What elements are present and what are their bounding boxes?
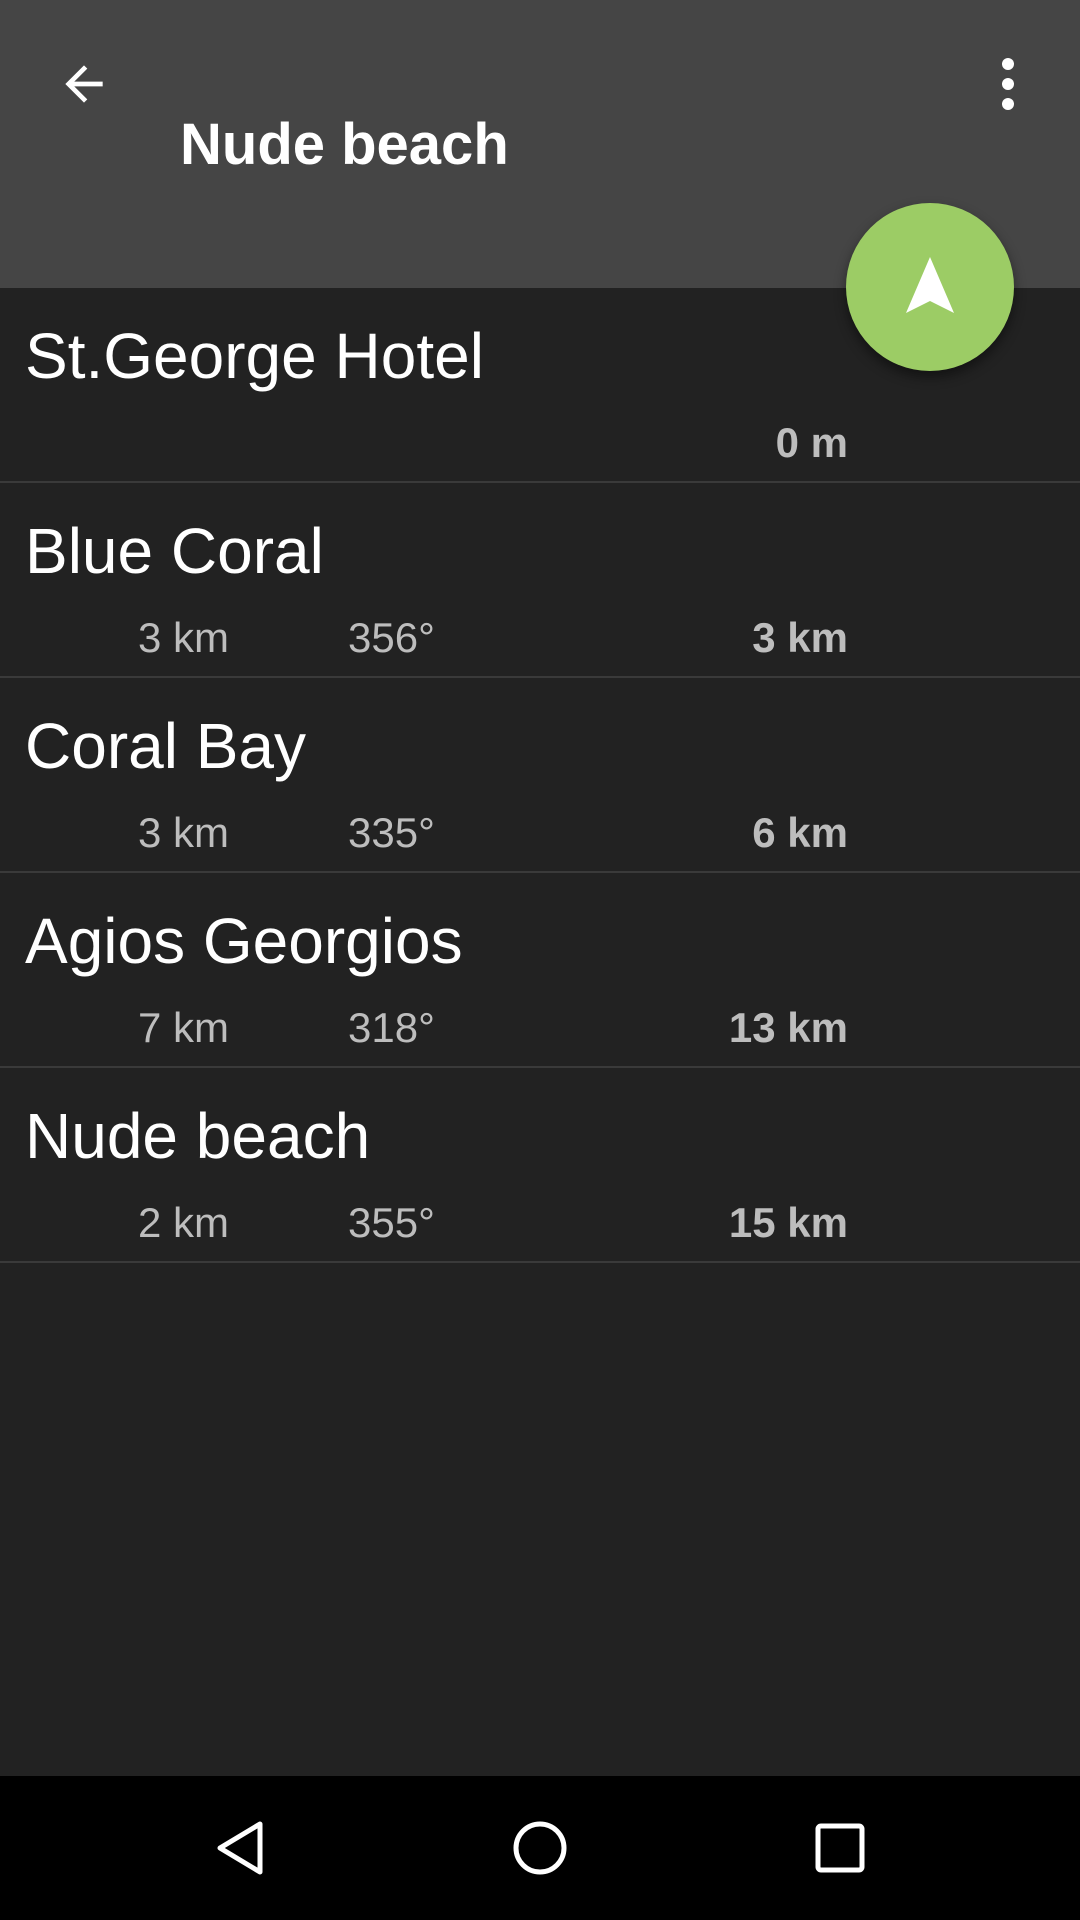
- page-title: Nude beach: [180, 112, 509, 177]
- list-item[interactable]: Agios Georgios 7 km 318° 13 km: [0, 873, 1080, 1068]
- bearing: 318°: [348, 1004, 435, 1051]
- total-distance: 6 km: [752, 809, 848, 856]
- system-recents-button[interactable]: [790, 1798, 890, 1898]
- waypoint-name: St.George Hotel: [25, 320, 484, 392]
- waypoint-name: Agios Georgios: [25, 905, 463, 977]
- more-vert-icon: [1002, 58, 1014, 110]
- total-distance: 13 km: [728, 1004, 848, 1051]
- leg-distance: 3 km: [138, 614, 230, 661]
- total-distance: 15 km: [728, 1199, 848, 1246]
- navigate-fab-button[interactable]: [846, 203, 1014, 371]
- nav-home-circle-icon: [513, 1821, 567, 1875]
- waypoint-list: St.George Hotel 0 m Blue Coral 3 km 356°…: [0, 288, 1080, 1263]
- back-button[interactable]: [44, 44, 124, 124]
- waypoint-name: Coral Bay: [25, 710, 306, 782]
- list-item[interactable]: Coral Bay 3 km 335° 6 km: [0, 678, 1080, 873]
- leg-distance: 7 km: [138, 1004, 230, 1051]
- total-distance: 3 km: [752, 614, 848, 661]
- system-navigation-bar: [0, 1776, 1080, 1920]
- system-home-button[interactable]: [490, 1798, 590, 1898]
- nav-back-triangle-icon: [217, 1821, 263, 1875]
- leg-distance: 3 km: [138, 809, 230, 856]
- route-detail-screen: Nude beach St.George Hotel 0 m Blue Cora…: [0, 0, 1080, 1920]
- bearing: 335°: [348, 809, 435, 856]
- navigation-arrow-icon: [906, 257, 954, 313]
- arrow-back-icon: [65, 65, 103, 103]
- waypoint-name: Nude beach: [25, 1100, 371, 1172]
- more-options-button[interactable]: [978, 44, 1038, 124]
- bearing: 356°: [348, 614, 435, 661]
- leg-distance: 2 km: [138, 1199, 230, 1246]
- waypoint-name: Blue Coral: [25, 515, 324, 587]
- nav-recents-square-icon: [815, 1823, 865, 1873]
- system-back-button[interactable]: [190, 1798, 290, 1898]
- list-item[interactable]: Blue Coral 3 km 356° 3 km: [0, 483, 1080, 678]
- bearing: 355°: [348, 1199, 435, 1246]
- total-distance: 0 m: [775, 419, 848, 466]
- list-item[interactable]: Nude beach 2 km 355° 15 km: [0, 1068, 1080, 1263]
